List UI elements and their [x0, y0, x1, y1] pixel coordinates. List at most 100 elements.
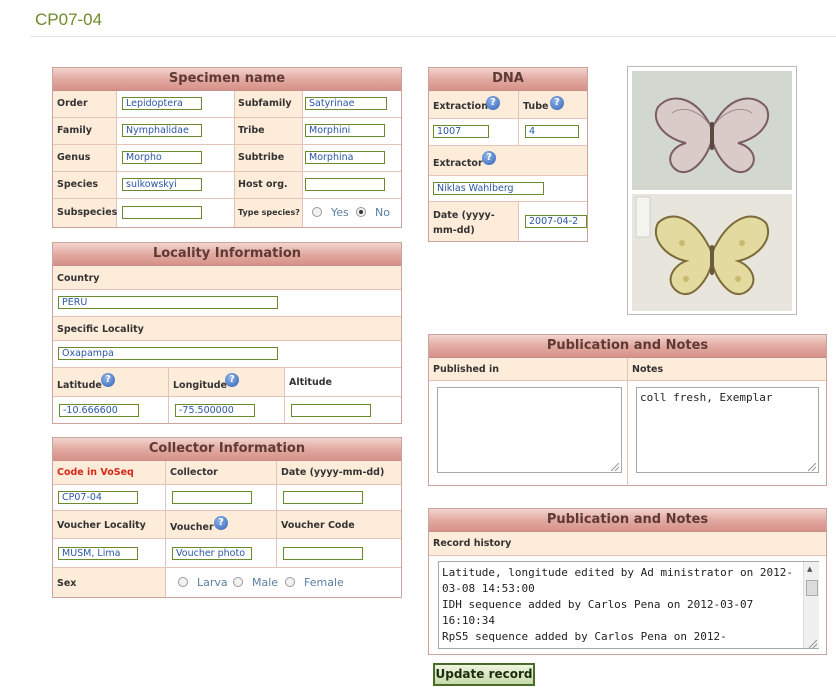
species-input[interactable]: sulkowskyi [122, 178, 202, 191]
sex-male-radio[interactable] [233, 577, 243, 587]
tribe-input[interactable]: Morphini [305, 124, 385, 137]
notes-label: Notes [632, 364, 664, 375]
collector-label: Collector [170, 467, 218, 478]
voucher-help-icon[interactable]: ? [214, 516, 228, 530]
type-yes-label: Yes [331, 206, 349, 219]
country-input[interactable]: PERU [58, 296, 278, 309]
published-resize-grip[interactable] [611, 463, 619, 471]
scroll-up-icon[interactable]: ▲ [807, 565, 812, 573]
subfamily-cell: Satyrinae [303, 91, 401, 118]
voucher-label: Voucher [170, 522, 214, 533]
history-resize-grip[interactable] [809, 640, 817, 648]
voucher-code-cell [277, 539, 401, 568]
altitude-label-cell: Altitude [285, 368, 401, 397]
code-input[interactable]: CP07-04 [58, 491, 138, 504]
butterfly-photo[interactable] [627, 66, 797, 315]
subtribe-input[interactable]: Morphina [305, 151, 385, 164]
tube-label-cell: Tube ? [519, 91, 587, 119]
hostorg-label: Host org. [238, 179, 288, 190]
subfamily-label-cell: Subfamily [235, 91, 303, 118]
extraction-input[interactable]: 1007 [433, 125, 489, 138]
altitude-input[interactable] [291, 404, 371, 417]
code-label-cell: Code in VoSeq [53, 461, 166, 485]
typespecies-cell: Yes No [303, 199, 401, 227]
published-cell [429, 381, 628, 485]
history-scroll-thumb[interactable] [806, 580, 818, 596]
subspecies-label-cell: Subspecies [53, 199, 117, 227]
sex-larva-radio[interactable] [178, 577, 188, 587]
voucher-code-input[interactable] [283, 547, 363, 560]
notes-textarea[interactable]: coll fresh, Exemplar [636, 387, 819, 473]
specimen-heading: Specimen name [53, 68, 401, 91]
extraction-label: Extraction [433, 101, 488, 112]
hostorg-input[interactable] [305, 178, 385, 191]
latitude-cell: -10.666600 [53, 397, 169, 423]
notes-resize-grip[interactable] [808, 463, 816, 471]
subfamily-input[interactable]: Satyrinae [305, 97, 387, 110]
coll-date-input[interactable] [283, 491, 363, 504]
latitude-input[interactable]: -10.666600 [59, 404, 139, 417]
dna-date-input[interactable]: 2007-04-2 [525, 215, 587, 228]
specific-cell: Oxapampa [53, 341, 401, 368]
extractor-label-cell: Extractor ? [429, 146, 587, 176]
voucher-locality-input[interactable]: MUSM, Lima [58, 547, 138, 560]
code-cell: CP07-04 [53, 485, 166, 511]
collector-panel: Collector Information Code in VoSeq Coll… [52, 437, 402, 598]
genus-input[interactable]: Morpho [122, 151, 202, 164]
collector-label-cell: Collector [166, 461, 277, 485]
voucher-input[interactable]: Voucher photo [172, 547, 252, 560]
extractor-input[interactable]: Niklas Wahlberg [433, 182, 544, 195]
longitude-help-icon[interactable]: ? [225, 373, 239, 387]
specimen-panel: Specimen name Order Lepidoptera Subfamil… [52, 67, 402, 228]
extraction-label-cell: Extraction ? [429, 91, 519, 119]
specific-label: Specific Locality [57, 324, 144, 335]
species-label-cell: Species [53, 172, 117, 199]
extractor-help-icon[interactable]: ? [482, 151, 496, 165]
tube-input[interactable]: 4 [525, 125, 579, 138]
sex-label-cell: Sex [53, 568, 166, 597]
specific-input[interactable]: Oxapampa [58, 347, 278, 360]
subspecies-input[interactable] [122, 206, 202, 219]
extractor-label: Extractor [433, 158, 483, 169]
history-scrollbar[interactable]: ▲ [803, 562, 819, 648]
species-cell: sulkowskyi [117, 172, 235, 199]
hostorg-label-cell: Host org. [235, 172, 303, 199]
voucher-locality-cell: MUSM, Lima [53, 539, 166, 568]
sex-male-label: Male [252, 576, 279, 589]
longitude-label: Longitude [173, 380, 227, 391]
published-textarea[interactable] [437, 387, 622, 473]
type-yes-radio[interactable] [312, 207, 322, 217]
update-record-button[interactable]: Update record [433, 663, 535, 686]
altitude-cell [285, 397, 401, 423]
publication-heading: Publication and Notes [429, 335, 826, 358]
family-input[interactable]: Nymphalidae [122, 124, 202, 137]
order-input[interactable]: Lepidoptera [122, 97, 202, 110]
altitude-label: Altitude [289, 377, 332, 388]
dna-panel: DNA Extraction ? Tube ? 1007 4 Extractor… [428, 67, 588, 242]
voucher-locality-label: Voucher Locality [57, 520, 146, 531]
history-label-cell: Record history [429, 532, 826, 556]
country-label-cell: Country [53, 266, 401, 290]
subtribe-label-cell: Subtribe [235, 145, 303, 172]
tube-help-icon[interactable]: ? [550, 96, 564, 110]
country-cell: PERU [53, 290, 401, 317]
voucher-code-label-cell: Voucher Code [277, 511, 401, 539]
longitude-input[interactable]: -75.500000 [175, 404, 255, 417]
latitude-help-icon[interactable]: ? [101, 373, 115, 387]
extraction-cell: 1007 [429, 119, 519, 146]
history-textarea[interactable]: Latitude, longitude edited by Ad ministr… [438, 561, 819, 649]
type-no-label: No [375, 206, 390, 219]
type-no-radio[interactable] [356, 207, 366, 217]
collector-input[interactable] [172, 491, 252, 504]
family-label: Family [57, 125, 92, 136]
extractor-cell: Niklas Wahlberg [429, 176, 587, 202]
order-label: Order [57, 98, 88, 109]
extraction-help-icon[interactable]: ? [486, 96, 500, 110]
subfamily-label: Subfamily [238, 98, 292, 109]
history-heading: Publication and Notes [429, 509, 826, 532]
sex-female-radio[interactable] [285, 577, 295, 587]
species-label: Species [57, 179, 99, 190]
notes-cell: coll fresh, Exemplar [628, 381, 826, 485]
sex-larva-label: Larva [197, 576, 228, 589]
family-label-cell: Family [53, 118, 117, 145]
